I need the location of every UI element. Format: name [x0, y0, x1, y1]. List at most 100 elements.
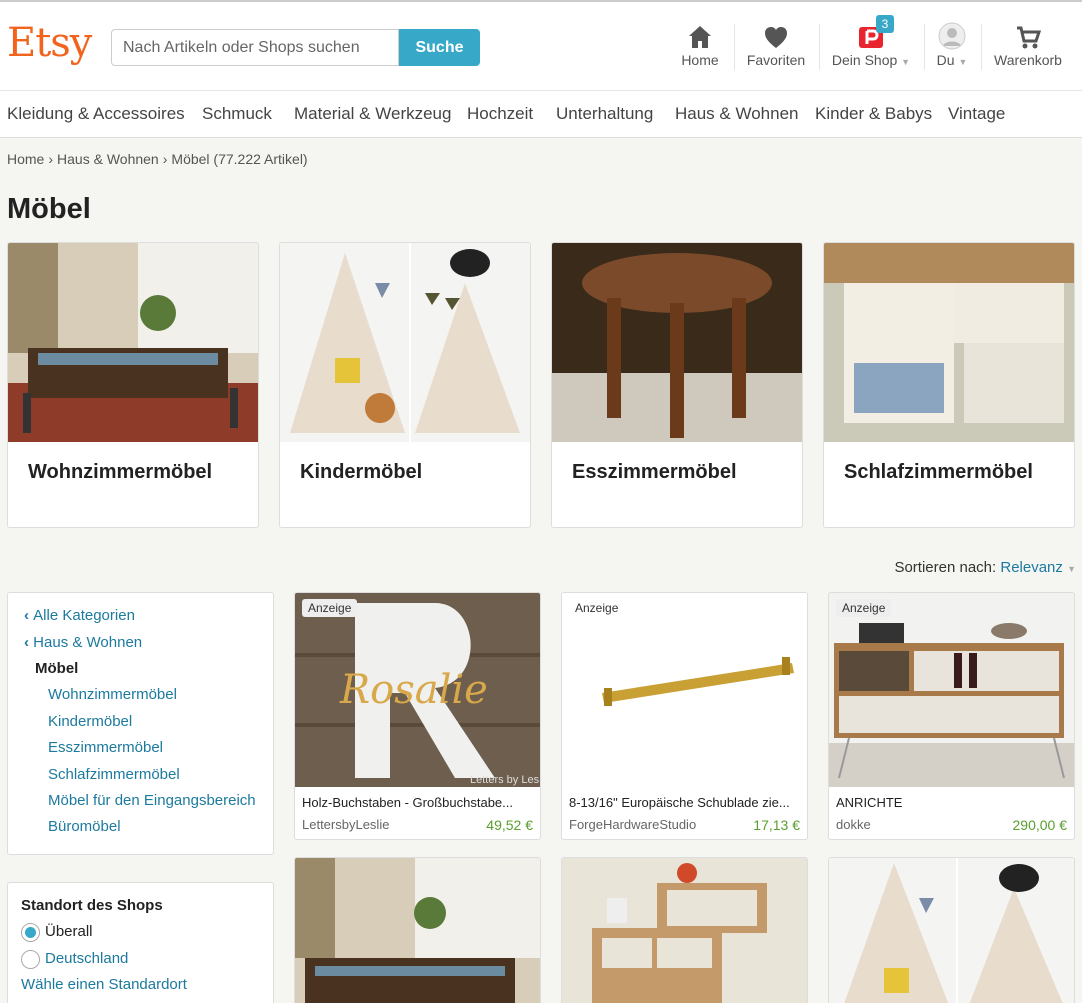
chevron-left-icon: ‹ [24, 634, 34, 651]
heart-icon [765, 27, 787, 48]
listing-shop[interactable]: LettersbyLeslie [302, 817, 389, 832]
listing-shop[interactable]: ForgeHardwareStudio [569, 817, 696, 832]
category-card-label: Wohnzimmermöbel [28, 461, 213, 483]
category-link[interactable]: Material & Werkzeug [294, 104, 451, 124]
sort-control[interactable]: Sortieren nach: Relevanz ▼ [894, 559, 1076, 576]
drawer-pull-image [562, 593, 807, 787]
listing-title[interactable]: Holz-Buchstaben - Großbuchstabe... [302, 795, 534, 810]
shop-location-filter: Standort des Shops Überall Deutschland W… [7, 882, 274, 1003]
choose-location-link[interactable]: Wähle einen Standardort [21, 976, 187, 993]
nav-favorites[interactable]: Favoriten [745, 22, 807, 74]
radio-anywhere[interactable] [21, 923, 40, 942]
category-card-bedroom[interactable]: Schlafzimmermöbel [823, 242, 1075, 528]
chevron-right-icon: › [162, 151, 168, 167]
sidebar-item-parent[interactable]: ‹ Haus & Wohnen [24, 634, 142, 651]
home-icon [689, 26, 711, 48]
dining-furniture-image [552, 243, 802, 442]
category-card-dining[interactable]: Esszimmermöbel [551, 242, 803, 528]
listing-card[interactable]: Anzeige ANRICHTE dokke 290,00 € [828, 592, 1075, 840]
sidebar-subcategory[interactable]: Möbel für den Eingangsbereich [48, 792, 256, 809]
category-link[interactable]: Vintage [948, 104, 1005, 124]
listing-price: 49,52 € [486, 817, 533, 833]
nav-you[interactable]: Du ▼ [934, 22, 970, 74]
radio-germany[interactable] [21, 950, 40, 969]
sidebar-subcategory[interactable]: Esszimmermöbel [48, 739, 163, 756]
category-nav: Kleidung & Accessoires Schmuck Material … [0, 90, 1082, 138]
nav-cart[interactable]: Warenkorb [992, 22, 1064, 74]
notification-badge: 3 [876, 15, 894, 33]
nav-home[interactable]: Home [678, 22, 722, 74]
sort-label: Sortieren nach: [894, 559, 997, 576]
listing-card[interactable] [828, 857, 1075, 1003]
nav-home-label: Home [681, 52, 719, 68]
sidebar-item-current: Möbel [35, 660, 79, 677]
category-card-label: Kindermöbel [300, 461, 423, 483]
nav-your-shop[interactable]: Dein Shop ▼ [830, 22, 912, 74]
chevron-down-icon: ▼ [958, 57, 968, 67]
sidebar-item-label: Alle Kategorien [33, 607, 135, 624]
category-link[interactable]: Schmuck [202, 104, 272, 124]
image-watermark: Letters by Les [470, 774, 540, 786]
listing-card[interactable] [294, 857, 541, 1003]
sidebar-subcategory[interactable]: Kindermöbel [48, 713, 132, 730]
breadcrumb-parent[interactable]: Haus & Wohnen [57, 151, 159, 167]
listing-price: 17,13 € [753, 817, 800, 833]
listing-image [562, 858, 807, 1003]
nav-you-label: Du [936, 52, 955, 68]
search-input[interactable] [111, 29, 399, 66]
sidebar-subcategory[interactable]: Schlafzimmermöbel [48, 766, 180, 783]
ad-badge: Anzeige [302, 599, 358, 617]
listing-image [295, 858, 540, 1003]
listing-card[interactable] [561, 857, 808, 1003]
listing-card[interactable]: Rosalie Letters by Les Anzeige Holz-Buch… [294, 592, 541, 840]
chevron-right-icon: › [48, 151, 54, 167]
page-title: Möbel [7, 193, 91, 225]
cart-icon [1017, 26, 1041, 49]
breadcrumb-current: Möbel (77.222 Artikel) [171, 151, 308, 167]
kids-furniture-image [280, 243, 530, 442]
listing-title[interactable]: ANRICHTE [836, 795, 1068, 810]
nav-favorites-label: Favoriten [746, 52, 806, 68]
divider [819, 24, 820, 70]
listing-image: Anzeige [562, 593, 807, 787]
sort-value[interactable]: Relevanz [1000, 559, 1063, 576]
chevron-down-icon: ▼ [1067, 564, 1076, 574]
listing-card[interactable]: Anzeige 8-13/16" Europäische Schublade z… [561, 592, 808, 840]
divider [734, 24, 735, 70]
search-button[interactable]: Suche [399, 29, 480, 66]
bedroom-furniture-image [824, 243, 1074, 442]
category-link[interactable]: Hochzeit [467, 104, 533, 124]
nav-your-shop-label: Dein Shop [831, 52, 898, 68]
chevron-left-icon: ‹ [24, 607, 34, 624]
sidebar-subcategory[interactable]: Büromöbel [48, 818, 121, 835]
listing-price: 290,00 € [1012, 817, 1068, 833]
living-room-image [8, 243, 258, 442]
sidebar-item-all[interactable]: ‹ Alle Kategorien [24, 607, 135, 624]
category-link[interactable]: Haus & Wohnen [675, 104, 798, 124]
letters-image: Rosalie Letters by Les [295, 593, 540, 787]
listing-image [829, 858, 1074, 1003]
category-link[interactable]: Kinder & Babys [815, 104, 932, 124]
sideboard-image [829, 593, 1074, 787]
listing-image-text: Rosalie [339, 667, 488, 713]
category-card-label: Esszimmermöbel [572, 461, 737, 483]
category-card-kids[interactable]: Kindermöbel [279, 242, 531, 528]
breadcrumb: Home › Haus & Wohnen › Möbel (77.222 Artikel… [7, 151, 308, 167]
listing-title[interactable]: 8-13/16" Europäische Schublade zie... [569, 795, 801, 810]
divider [981, 24, 982, 70]
header: Etsy Suche Home Favoriten Dein Shop ▼ 3 … [0, 0, 1082, 90]
etsy-logo[interactable]: Etsy [7, 20, 92, 66]
sidebar-subcategory[interactable]: Wohnzimmermöbel [48, 686, 177, 703]
category-card-label: Schlafzimmermöbel [844, 461, 1033, 483]
sidebar-item-label: Haus & Wohnen [33, 634, 143, 651]
category-link[interactable]: Kleidung & Accessoires [7, 104, 185, 124]
category-sidebar: ‹ Alle Kategorien ‹ Haus & Wohnen Möbel … [7, 592, 274, 855]
category-link[interactable]: Unterhaltung [556, 104, 653, 124]
listing-image: Anzeige [829, 593, 1074, 787]
category-card-living[interactable]: Wohnzimmermöbel [7, 242, 259, 528]
listing-image: Rosalie Letters by Les Anzeige [295, 593, 540, 787]
breadcrumb-home[interactable]: Home [7, 151, 44, 167]
listing-shop[interactable]: dokke [836, 817, 871, 832]
avatar-icon [938, 22, 966, 50]
filter-title: Standort des Shops [21, 897, 163, 914]
